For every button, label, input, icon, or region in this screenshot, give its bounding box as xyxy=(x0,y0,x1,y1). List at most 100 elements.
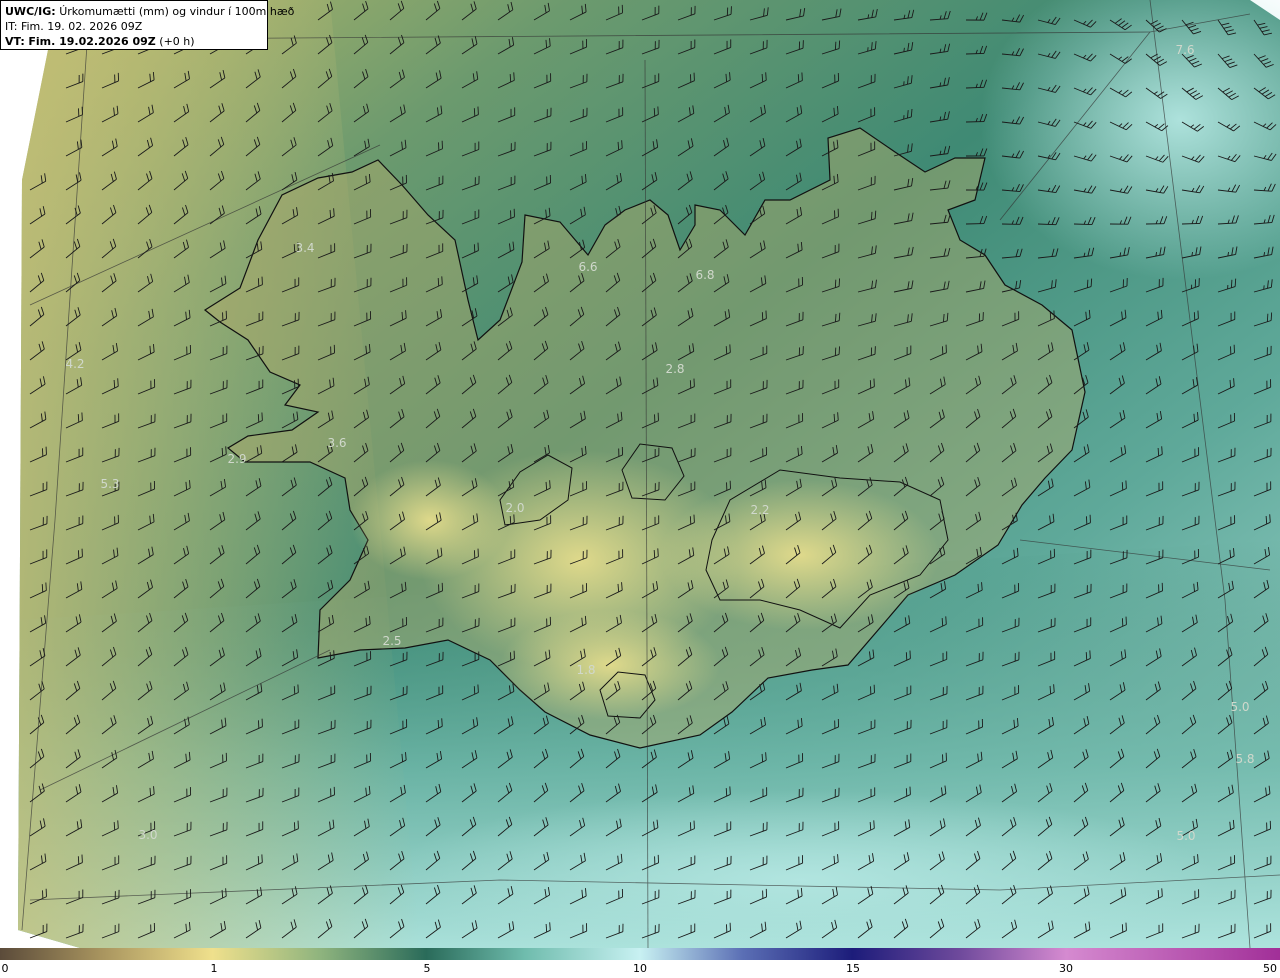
value-label: 6.8 xyxy=(695,268,714,282)
value-label: 7.6 xyxy=(1175,43,1194,57)
wind-barb-feather xyxy=(870,211,873,220)
wind-barb-feather xyxy=(221,889,224,898)
wind-barb-feather xyxy=(761,73,764,83)
wind-barb-feather xyxy=(1193,855,1196,864)
wind-barb-feather xyxy=(729,344,731,353)
value-label: 4.2 xyxy=(65,357,84,371)
wind-barb-feather xyxy=(441,718,443,727)
colorbar-tick: 10 xyxy=(633,962,647,975)
wind-barb-feather xyxy=(405,310,407,319)
value-label: 2.9 xyxy=(227,452,246,466)
value-label: 2.2 xyxy=(750,503,769,517)
wind-barb-feather xyxy=(1161,888,1163,897)
wind-barb-feather xyxy=(1265,515,1268,525)
colorbar-tick: 0 xyxy=(1,962,9,975)
wind-barb-feather xyxy=(513,72,515,81)
wind-barb-feather xyxy=(761,753,764,762)
value-label: 2.5 xyxy=(382,634,401,648)
valid-time-value: Fim. 19.02.2026 09Z xyxy=(28,35,156,48)
wind-barb-feather xyxy=(833,413,836,422)
value-label: 6.6 xyxy=(578,260,597,274)
wind-barb-feather xyxy=(1089,650,1091,659)
wind-barb-feather xyxy=(657,548,659,557)
init-time-value: Fim. 19. 02. 2026 09Z xyxy=(20,20,143,33)
value-label: 5.0 xyxy=(1230,700,1249,714)
map-title-box: UWC/IG: Úrkomumætti (mm) og vindur í 100… xyxy=(0,0,294,50)
wind-barb-feather xyxy=(509,74,512,83)
wind-barb-feather xyxy=(873,820,875,829)
wind-barb-feather xyxy=(549,480,551,489)
wind-barb-feather xyxy=(1229,379,1232,388)
wind-barb-feather xyxy=(765,752,767,761)
wind-barb-feather xyxy=(437,278,440,287)
wind-barb-feather xyxy=(401,311,404,320)
wind-barb-feather xyxy=(225,888,227,897)
wind-barb-feather xyxy=(1197,854,1199,863)
value-label: 2.8 xyxy=(665,362,684,376)
colorbar-fill xyxy=(0,948,1280,960)
value-label: 5.8 xyxy=(1235,752,1254,766)
wind-barb-feather xyxy=(765,72,767,81)
wind-barb-feather xyxy=(329,651,332,661)
wind-barb-feather xyxy=(725,788,728,797)
valid-time-offset: (+0 h) xyxy=(159,35,195,48)
wind-barb-feather xyxy=(837,412,839,421)
wind-barb-feather xyxy=(549,922,551,931)
wind-barb-feather xyxy=(977,583,980,592)
wind-barb-feather xyxy=(221,447,224,457)
wind-barb-feather xyxy=(117,378,119,387)
wind-barb-feather xyxy=(617,583,620,592)
wind-barb-feather xyxy=(1233,378,1235,387)
colorbar xyxy=(0,948,1280,960)
value-label: 3.4 xyxy=(295,241,314,255)
value-label: 3.0 xyxy=(138,828,157,842)
wind-barb-feather xyxy=(874,210,877,219)
wind-barb-feather xyxy=(437,719,440,729)
wind-barb-feather xyxy=(545,481,548,490)
wind-barb-feather xyxy=(1161,446,1163,455)
wind-barb-feather xyxy=(621,582,623,591)
wind-barb-feather xyxy=(333,650,335,659)
value-label: 5.3 xyxy=(100,477,119,491)
wind-barb-feather xyxy=(729,786,731,795)
wind-barb-feather xyxy=(113,379,116,389)
wind-barb xyxy=(965,52,985,55)
colorbar-tick: 1 xyxy=(210,962,218,975)
wind-barb-feather xyxy=(1157,890,1160,899)
wind-barb-feather xyxy=(509,516,512,525)
map-title: Úrkomumætti (mm) og vindur í 100m hæð xyxy=(59,5,295,18)
wind-barb-feather xyxy=(225,446,227,455)
wind-barb-feather xyxy=(945,616,947,625)
wind-barb-feather xyxy=(981,582,983,591)
wind-barb-feather xyxy=(1230,279,1233,288)
wind-barb-feather xyxy=(1269,514,1271,523)
wind-barb-feather xyxy=(833,855,836,864)
wind-barb-feather xyxy=(838,312,841,321)
colorbar-tick: 50 xyxy=(1263,962,1277,975)
wind-barb-feather xyxy=(725,346,728,355)
wind-barb-feather xyxy=(903,47,905,52)
wind-barb-feather xyxy=(513,514,515,523)
colorbar-tick-labels: 0 1 5 10 15 30 50 xyxy=(0,962,1280,978)
wind-barb-feather xyxy=(869,822,872,831)
colorbar-tick: 5 xyxy=(423,962,431,975)
value-label: 1.8 xyxy=(576,663,595,677)
wind-barb-feather xyxy=(1049,685,1052,694)
wind-barb-feather xyxy=(621,140,623,149)
wind-barb-feather xyxy=(653,550,656,559)
valid-time-label: VT: xyxy=(5,35,25,48)
value-label: 3.6 xyxy=(327,436,346,450)
value-label: 5.0 xyxy=(1176,829,1195,843)
wind-barb-feather xyxy=(117,820,119,829)
wind-barb-feather xyxy=(617,141,620,150)
weather-map: 7.6 3.4 6.6 6.8 2.8 4.2 3.6 2.9 5.3 2.0 … xyxy=(0,0,1280,948)
south-lowland-area xyxy=(500,610,720,720)
wind-barb-feather xyxy=(1053,684,1055,693)
wind-barb-feather xyxy=(834,313,837,322)
colorbar-tick: 15 xyxy=(846,962,860,975)
init-time-label: IT: xyxy=(5,20,18,33)
colorbar-tick: 30 xyxy=(1059,962,1073,975)
wind-barb xyxy=(1181,222,1201,225)
source-label: UWC/IG: xyxy=(5,5,56,18)
wind-barb-feather xyxy=(113,822,116,831)
